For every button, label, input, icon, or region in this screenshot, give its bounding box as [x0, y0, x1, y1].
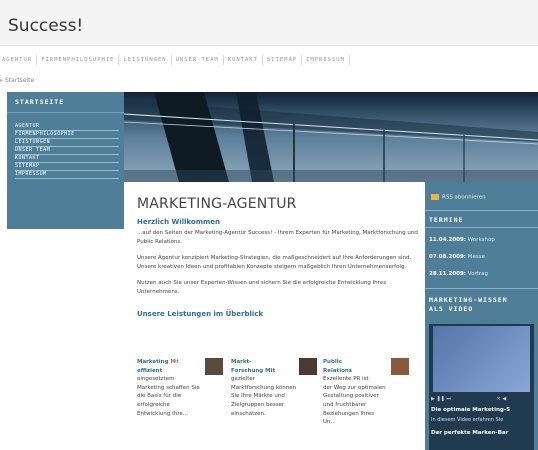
video-description: In diesem Video erfahren Sie — [431, 417, 504, 423]
service-line: Un... — [323, 419, 336, 426]
service-title[interactable]: Marketing — [137, 359, 169, 365]
service-line: Beziehungen Ihres — [323, 410, 375, 417]
event-row[interactable]: 11.04.2009: Workshop — [429, 237, 495, 243]
play-icon[interactable]: ▶ — [431, 396, 435, 402]
service-line: Exzellente PR ist — [323, 376, 369, 383]
event-row[interactable]: 28.11.2009: Vortrag — [429, 271, 488, 277]
service-line: Zielgruppen besser — [231, 401, 285, 408]
service-line: Mit — [170, 359, 179, 365]
divider — [425, 210, 538, 211]
service-line: erfolgreiche — [137, 401, 170, 408]
event-label: Vortrag — [467, 271, 488, 277]
service-line: gezielter — [231, 376, 256, 383]
nav-agentur[interactable]: AGENTUR — [0, 54, 38, 65]
welcome-text: ...auf den Seiten der Marketing-Agentur … — [137, 230, 418, 245]
termine-heading: TERMINE — [429, 216, 464, 224]
sidebar-item-kontakt[interactable]: KONTAKT — [15, 155, 119, 163]
service-line: die Basis für die — [137, 393, 182, 400]
video-controls[interactable]: ▶ ❚❚ ⏭ ✕ ◀ — [431, 396, 532, 402]
rss-label[interactable]: RSS abonnieren — [442, 195, 486, 201]
event-date: 07.08.2009: — [429, 254, 466, 260]
cta-paragraph: Nutzen auch Sie unser Experten-Wissen un… — [137, 280, 387, 295]
page-title: MARKETING-AGENTUR — [137, 196, 297, 212]
sidebar-item-impressum[interactable]: IMPRESSUM — [15, 171, 119, 179]
services-overview: Marketing Mit effizient eingesetztem Mar… — [137, 358, 419, 450]
service-line: und fruchtbarer — [323, 401, 367, 408]
service-thumbnail — [299, 358, 317, 375]
right-sidebar: RSS abonnieren TERMINE 11.04.2009: Works… — [425, 182, 538, 450]
event-label: Workshop — [467, 237, 495, 243]
sidebar-item-sitemap[interactable]: SITEMAP — [15, 163, 119, 171]
nav-unser-team[interactable]: UNSER TEAM — [172, 54, 224, 65]
event-date: 11.04.2009: — [429, 237, 466, 243]
service-public-relations[interactable]: Public Relations Exzellente PR ist der W… — [323, 358, 409, 427]
site-header: Success! — [0, 0, 538, 46]
video-screen[interactable] — [433, 326, 530, 392]
breadcrumb-startseite[interactable]: Startseite — [5, 77, 34, 84]
pause-icon[interactable]: ❚❚ — [436, 396, 444, 402]
service-line: eingesetztem — [137, 376, 175, 383]
video-heading: MARKETING-WISSEN — [429, 296, 508, 304]
top-navigation: AGENTUR FIRMENPHILOSOPHIE LEISTUNGEN UNS… — [0, 53, 538, 66]
service-line: Sie Ihre Märkte und — [231, 393, 285, 400]
intro-paragraph: Unsere Agentur konzipiert Marketing-Stra… — [137, 255, 412, 270]
event-date: 28.11.2009: — [429, 271, 466, 277]
video-title[interactable]: Die optimale Marketing-S — [431, 407, 532, 413]
rss-link[interactable]: RSS abonnieren — [431, 194, 486, 201]
nav-leistungen[interactable]: LEISTUNGEN — [119, 54, 172, 65]
event-label: Messe — [467, 254, 485, 260]
sidebar-heading[interactable]: STARTSEITE — [7, 92, 124, 113]
event-row[interactable]: 07.08.2009: Messe — [429, 254, 485, 260]
service-marketing[interactable]: Marketing Mit effizient eingesetztem Mar… — [137, 358, 223, 418]
service-thumbnail — [391, 358, 409, 375]
service-marktforschung[interactable]: Markt- Forschung Mit gezielter Marktfors… — [231, 358, 317, 418]
sidebar-item-unser-team[interactable]: UNSER TEAM — [15, 147, 119, 155]
service-line: Entwicklung Ihre... — [137, 410, 188, 417]
service-line: Marketing schaffen Sie — [137, 384, 200, 391]
hero-bridge-image — [124, 92, 538, 182]
rss-icon — [431, 194, 439, 200]
services-heading: Unsere Leistungen im Überblick — [137, 309, 264, 318]
nav-impressum[interactable]: IMPRESSUM — [302, 54, 350, 65]
volume-icon[interactable]: ◀ — [502, 396, 506, 402]
chevron-right-icon: ▸ — [0, 77, 4, 84]
sidebar-menu: AGENTUR FIRMENPHILOSOPHIE LEISTUNGEN UNS… — [7, 113, 124, 179]
left-sidebar: STARTSEITE AGENTUR FIRMENPHILOSOPHIE LEI… — [7, 92, 124, 229]
skip-icon[interactable]: ⏭ — [446, 396, 451, 402]
sidebar-item-firmenphilosophie[interactable]: FIRMENPHILOSOPHIE — [15, 131, 119, 139]
nav-firmenphilosophie[interactable]: FIRMENPHILOSOPHIE — [37, 54, 120, 65]
bridge-illustration — [124, 92, 538, 182]
sidebar-item-leistungen[interactable]: LEISTUNGEN — [15, 139, 119, 147]
service-line: Gestaltung positiver — [323, 393, 379, 400]
sidebar-item-agentur[interactable]: AGENTUR — [15, 123, 119, 131]
service-line: der Weg zur optimalen — [323, 384, 386, 391]
service-thumbnail — [205, 358, 223, 375]
divider — [425, 227, 538, 228]
divider — [425, 288, 538, 289]
site-title[interactable]: Success! — [8, 16, 83, 36]
breadcrumb: ▸ Startseite — [0, 77, 34, 84]
video-player[interactable]: ▶ ❚❚ ⏭ ✕ ◀ Die optimale Marketing-S In d… — [429, 324, 534, 450]
nav-sitemap[interactable]: SITEMAP — [263, 54, 303, 65]
video-title[interactable]: Der perfekte Marken-Bar — [431, 430, 532, 436]
welcome-title: Herzlich Willkommen — [137, 218, 221, 226]
service-line: Marktforschung können — [231, 384, 297, 391]
close-icon[interactable]: ✕ — [497, 396, 501, 402]
main-content: MARKETING-AGENTUR Herzlich Willkommen ..… — [137, 196, 419, 322]
nav-kontakt[interactable]: KONTAKT — [224, 54, 263, 65]
video-heading: ALS VIDEO — [429, 305, 474, 313]
service-line: einschätzen. — [231, 410, 266, 417]
